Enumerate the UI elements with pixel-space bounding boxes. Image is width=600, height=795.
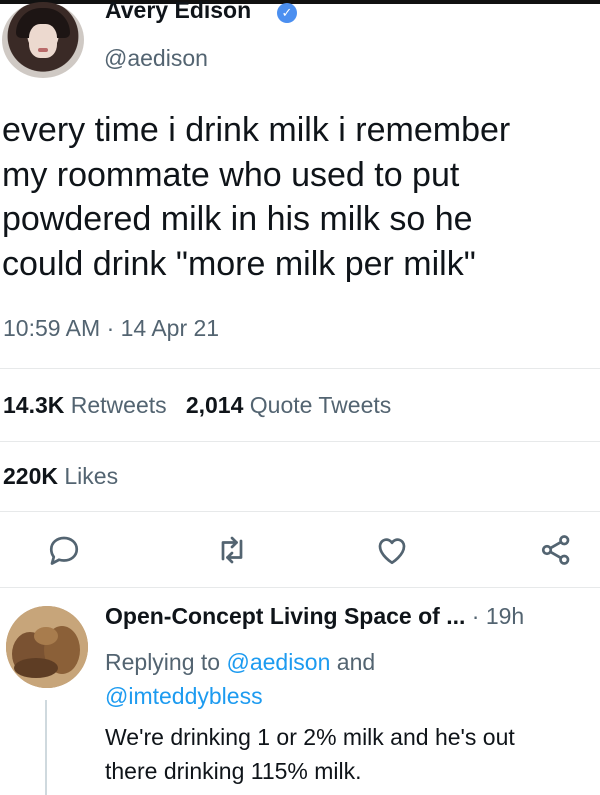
replying-to: Replying to @aedison and @imteddybless — [105, 645, 585, 713]
reply-header: Open-Concept Living Space of ... · 19h — [105, 603, 524, 630]
likes-count: 220K — [3, 463, 58, 489]
retweets-count: 14.3K — [3, 392, 65, 418]
mention-link[interactable]: @aedison — [226, 649, 330, 675]
divider — [0, 511, 600, 512]
retweets-label: Retweets — [70, 392, 167, 418]
thread-line — [45, 700, 47, 795]
quote-label: Quote Tweets — [249, 392, 392, 418]
author-name[interactable]: Avery Edison — [105, 0, 251, 24]
reply-line: We're drinking 1 or 2% milk and he's out — [105, 724, 515, 750]
engagement-stats: 14.3K Retweets 2,014 Quote Tweets — [3, 392, 391, 419]
mention-link[interactable]: @imteddybless — [105, 683, 263, 709]
divider — [0, 441, 600, 442]
tweet-line: my roommate who used to put — [2, 155, 460, 194]
likes-stat[interactable]: 220K Likes — [3, 463, 118, 490]
retweet-icon[interactable] — [214, 532, 250, 568]
top-edge-bar — [0, 0, 600, 4]
reply-separator: · — [471, 603, 480, 629]
tweet-timestamp[interactable]: 10:59 AM · 14 Apr 21 — [3, 315, 219, 342]
quote-count: 2,014 — [185, 392, 244, 418]
tweet-line: every time i drink milk i remember — [2, 111, 511, 149]
tweet-text: every time i drink milk i remember my ro… — [2, 108, 600, 286]
reply-time[interactable]: 19h — [486, 603, 524, 629]
author-avatar[interactable] — [2, 2, 84, 78]
divider — [0, 368, 600, 369]
action-bar — [0, 528, 600, 572]
reply-icon[interactable] — [46, 532, 82, 568]
quote-tweets-stat[interactable]: 2,014 Quote Tweets — [186, 392, 391, 418]
share-icon[interactable] — [538, 532, 574, 568]
reply-text: We're drinking 1 or 2% milk and he's out… — [105, 720, 600, 788]
likes-label: Likes — [64, 463, 119, 489]
like-icon[interactable] — [374, 532, 410, 568]
reply-author-avatar[interactable] — [6, 606, 88, 688]
replying-and: and — [336, 649, 376, 675]
verified-badge-icon: ✓ — [277, 3, 297, 23]
author-handle[interactable]: @aedison — [104, 45, 208, 72]
tweet-line: could drink "more milk per milk" — [2, 244, 476, 283]
reply-line: there drinking 115% milk. — [105, 758, 362, 784]
avatar-face — [29, 24, 57, 58]
reply-author-name[interactable]: Open-Concept Living Space of ... — [105, 603, 465, 629]
avatar-lips — [38, 48, 48, 52]
replying-prefix: Replying to — [105, 649, 221, 675]
divider — [0, 587, 600, 588]
tweet-line: powdered milk in his milk so he — [2, 200, 473, 238]
retweets-stat[interactable]: 14.3K Retweets — [3, 392, 167, 418]
